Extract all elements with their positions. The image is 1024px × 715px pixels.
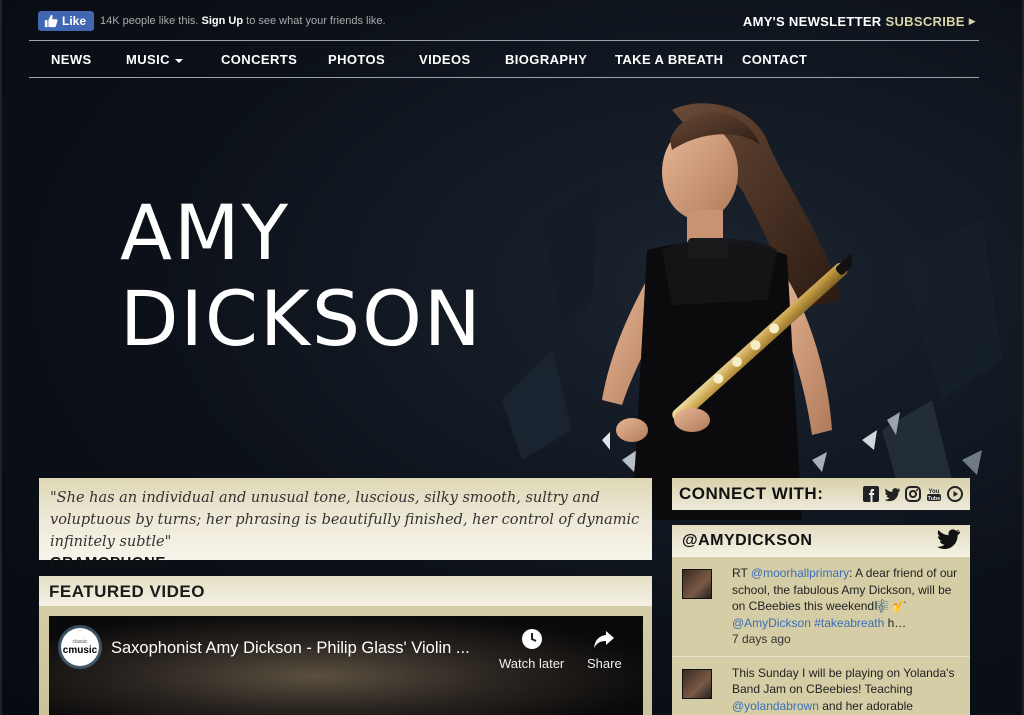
twitter-bird-icon[interactable] (936, 528, 960, 554)
connect-bar: CONNECT WITH: You Tube (672, 478, 970, 510)
quote-text: "She has an individual and unusual tone,… (50, 490, 640, 550)
page-frame: Like 14K people like this. Sign Up to se… (0, 0, 1024, 715)
press-quote: "She has an individual and unusual tone,… (39, 478, 652, 571)
featured-video-heading: FEATURED VIDEO (39, 576, 652, 606)
clock-icon (521, 629, 542, 649)
twitter-widget: @AMYDICKSON RT @moorhallprimary: A dear … (672, 525, 970, 715)
watch-later-button[interactable]: Watch later (499, 628, 564, 671)
tweet-item: RT @moorhallprimary: A dear friend of ou… (672, 557, 970, 657)
signup-suffix: to see what your friends like. (246, 15, 386, 27)
tweet-time[interactable]: 7 days ago (732, 632, 791, 646)
facebook-count: 14K people like this. Sign Up to see wha… (100, 15, 386, 27)
share-icon (594, 631, 615, 648)
nav-biography[interactable]: BIOGRAPHY (505, 52, 587, 67)
hero-last-name: DICKSON (120, 274, 483, 363)
video-title[interactable]: Saxophonist Amy Dickson - Philip Glass' … (111, 639, 470, 658)
watch-later-label: Watch later (499, 656, 565, 671)
social-icons: You Tube (863, 486, 963, 502)
youtube-icon[interactable]: You Tube (926, 486, 942, 502)
instagram-icon[interactable] (905, 486, 921, 502)
share-button[interactable]: Share (587, 628, 622, 671)
channel-logo-big: cmusic (62, 644, 98, 656)
tweet-hashtag[interactable]: #takeabreath (811, 616, 884, 630)
newsletter-link[interactable]: AMY'S NEWSLETTER SUBSCRIBE ▶ (743, 14, 976, 29)
like-label: Like (62, 14, 87, 28)
facebook-like-button[interactable]: Like (38, 11, 95, 31)
main-nav: NEWS MUSIC CONCERTS PHOTOS VIDEOS BIOGRA… (29, 40, 979, 78)
channel-logo[interactable]: classic cmusic (61, 628, 99, 666)
nav-news[interactable]: NEWS (51, 52, 92, 67)
newsletter-label: AMY'S NEWSLETTER (742, 13, 882, 29)
tweet-text: This Sunday I will be playing on Yolanda… (732, 665, 955, 697)
nav-take-a-breath[interactable]: TAKE A BREATH (615, 52, 723, 67)
quote-source: GRAMOPHONE (50, 554, 166, 571)
tweet-mention[interactable]: @moorhallprimary (751, 566, 849, 580)
tweet-item: This Sunday I will be playing on Yolanda… (672, 657, 970, 715)
nav-music[interactable]: MUSIC (126, 52, 183, 67)
thumbs-up-icon (44, 14, 58, 28)
share-label: Share (587, 656, 622, 671)
nav-videos[interactable]: VIDEOS (419, 52, 471, 67)
tweet-prefix: RT (732, 566, 751, 580)
nav-concerts[interactable]: CONCERTS (221, 52, 297, 67)
facebook-icon[interactable] (863, 486, 879, 502)
tweet-mention-2[interactable]: @AmyDickson (732, 616, 811, 630)
svg-text:Tube: Tube (928, 496, 941, 502)
nav-contact[interactable]: CONTACT (742, 52, 807, 67)
nav-music-label: MUSIC (126, 52, 170, 67)
tweet-suffix: h… (884, 615, 907, 630)
subscribe-link[interactable]: SUBSCRIBE (886, 14, 965, 29)
twitter-handle[interactable]: @AMYDICKSON (682, 532, 812, 550)
artist-photo (602, 103, 852, 520)
tweet-avatar (682, 668, 712, 699)
play-icon[interactable] (947, 486, 963, 502)
top-bar: Like 14K people like this. Sign Up to se… (38, 9, 976, 33)
chevron-right-icon: ▶ (968, 15, 976, 26)
twitter-header: @AMYDICKSON (672, 525, 970, 557)
nav-photos[interactable]: PHOTOS (328, 52, 385, 67)
hero-first-name: AMY (120, 188, 290, 277)
caret-down-icon (174, 58, 183, 63)
tweet-avatar (682, 569, 712, 599)
facebook-signup-link[interactable]: Sign Up (202, 15, 244, 27)
twitter-icon[interactable] (884, 486, 900, 502)
connect-label: CONNECT WITH: (679, 484, 824, 503)
like-count-text: 14K people like this. (100, 15, 199, 27)
featured-video-section: FEATURED VIDEO classic cmusic Saxophonis… (39, 576, 652, 715)
hero-title: AMY DICKSON (120, 190, 483, 362)
video-player[interactable]: classic cmusic Saxophonist Amy Dickson -… (49, 616, 643, 715)
tweet-mention[interactable]: @yolandabrown (732, 699, 819, 713)
